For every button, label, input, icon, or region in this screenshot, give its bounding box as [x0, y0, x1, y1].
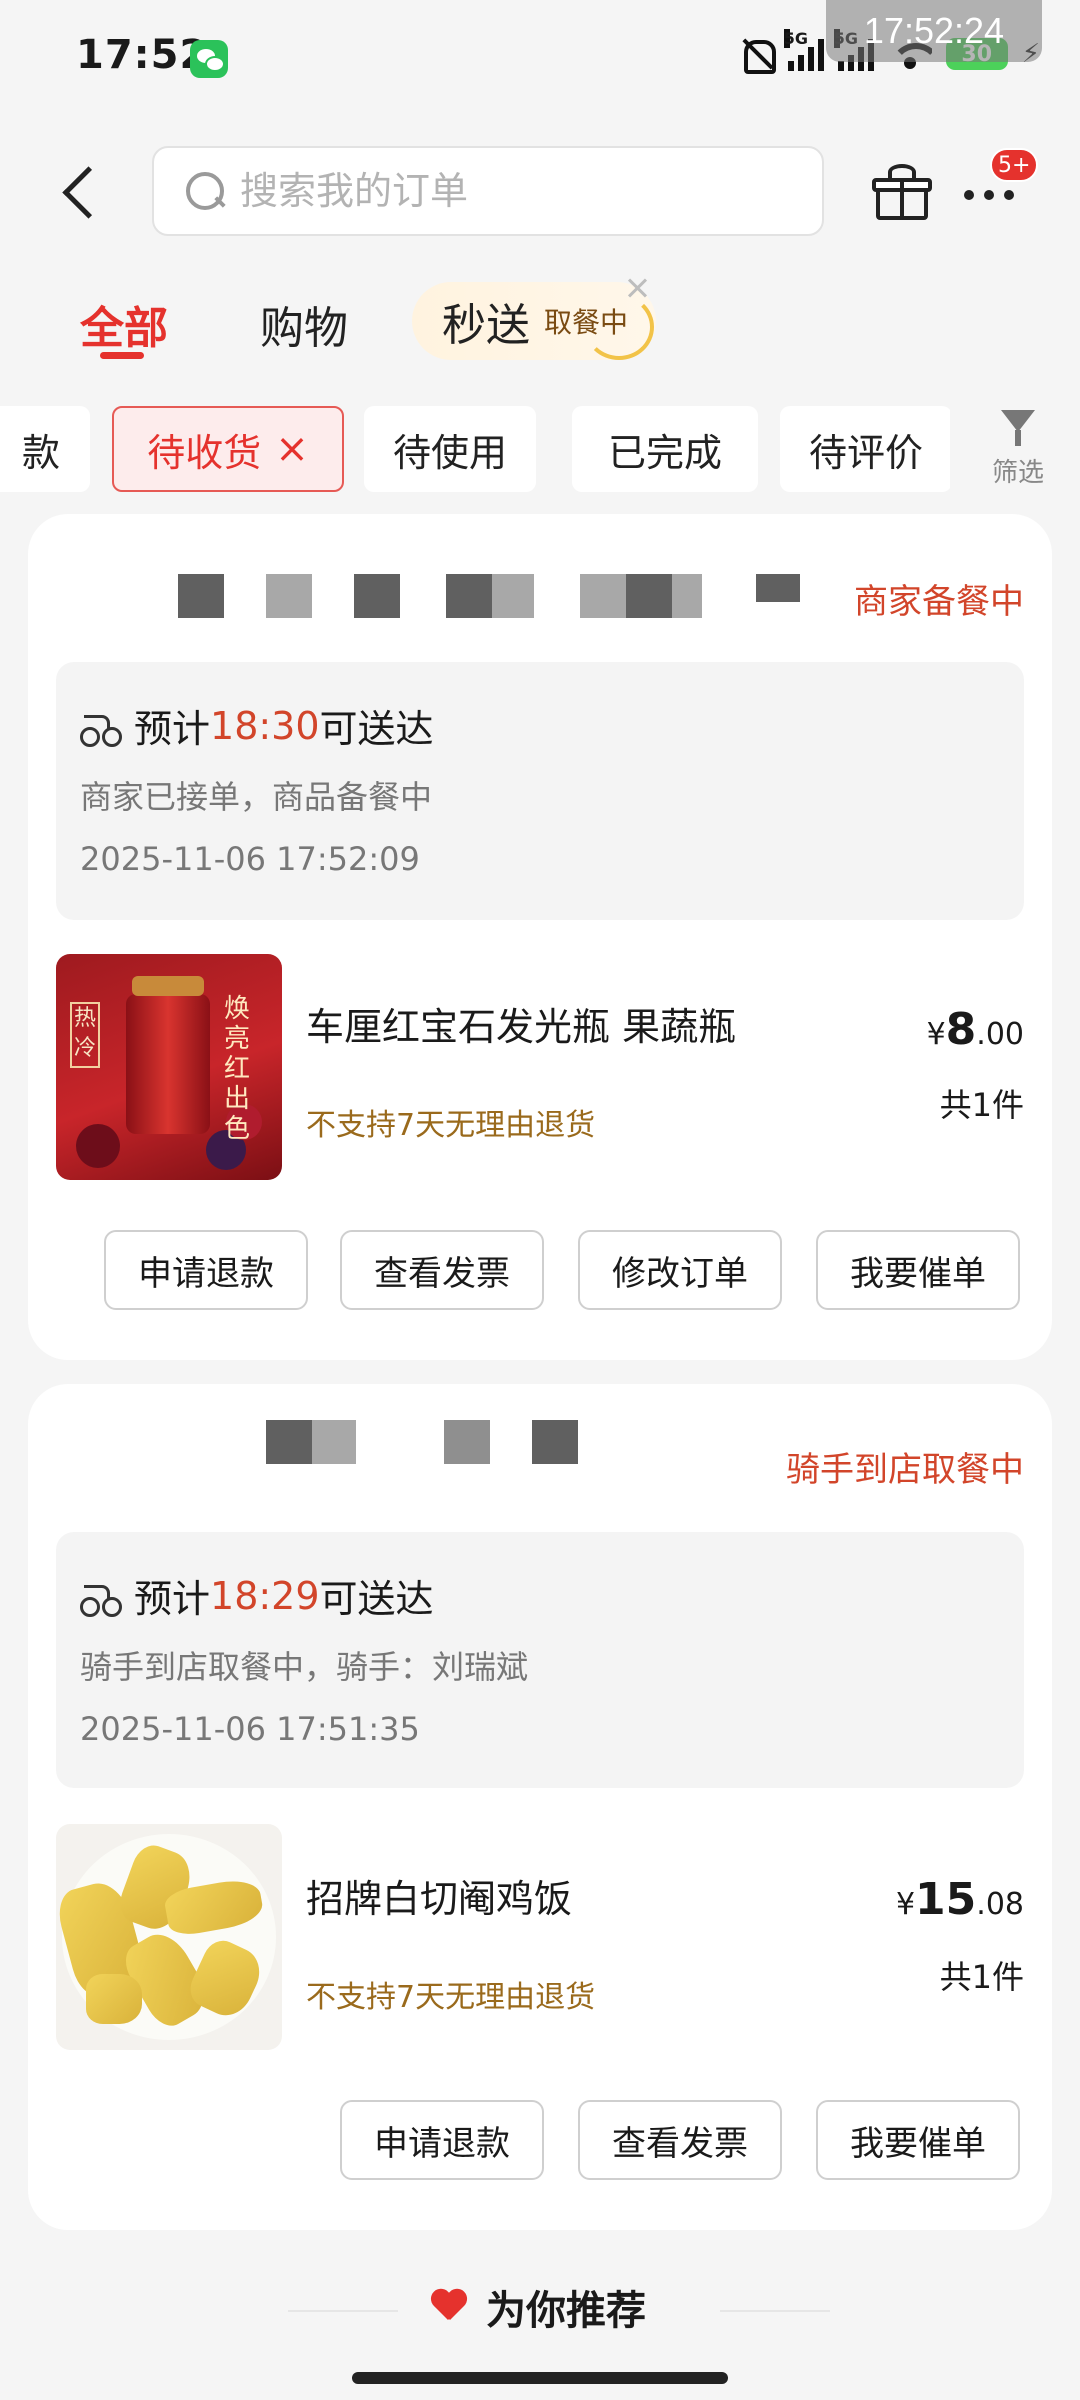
- delivery-info-panel[interactable]: 预计 18:29 可送达 骑手到店取餐中，骑手：刘瑞斌 2025-11-06 17:…: [56, 1532, 1024, 1788]
- filter-icon: [1001, 410, 1035, 446]
- chip-close-icon[interactable]: ×: [275, 426, 309, 472]
- order-tabs: 全部 购物 秒送 取餐中: [0, 270, 1080, 370]
- price-integer: 8: [945, 1004, 977, 1055]
- back-icon[interactable]: [58, 164, 98, 224]
- divider: [720, 2310, 830, 2312]
- order-status: 商家备餐中: [854, 582, 1024, 622]
- order-timestamp: 2025-11-06 17:51:35: [80, 1710, 420, 1748]
- filter-label: 筛选: [991, 458, 1044, 488]
- view-invoice-button[interactable]: 查看发票: [340, 1230, 544, 1310]
- eta-prefix: 预计: [134, 1577, 211, 1621]
- return-policy-note: 不支持7天无理由退货: [306, 1108, 596, 1143]
- delivery-info-panel[interactable]: 预计 18:30 可送达 商家已接单，商品备餐中 2025-11-06 17:52:…: [56, 662, 1024, 920]
- home-indicator[interactable]: [352, 2372, 728, 2384]
- search-box[interactable]: [152, 146, 824, 236]
- product-quantity: 共1件: [939, 1958, 1024, 1996]
- return-policy-note: 不支持7天无理由退货: [306, 1980, 596, 2015]
- product-quantity: 共1件: [939, 1086, 1024, 1124]
- message-badge: 5+: [990, 148, 1039, 182]
- close-icon[interactable]: [626, 276, 650, 300]
- order-detail: 商家已接单，商品备餐中: [80, 778, 433, 816]
- urge-order-button[interactable]: 我要催单: [816, 2100, 1020, 2180]
- eta-prefix: 预计: [134, 707, 211, 751]
- more-icon[interactable]: [964, 180, 1024, 210]
- apply-refund-button[interactable]: 申请退款: [104, 1230, 308, 1310]
- status-time: 17:52: [76, 32, 209, 78]
- product-name[interactable]: 招牌白切阉鸡饭: [306, 1868, 572, 1923]
- product-image[interactable]: 热冷 焕亮红出色: [56, 954, 282, 1180]
- tab-instant-delivery[interactable]: 秒送 取餐中: [412, 282, 656, 360]
- network-type-label: 5G: [783, 29, 808, 48]
- recommend-header: 为你推荐: [0, 2258, 1080, 2358]
- product-image[interactable]: [56, 1824, 282, 2050]
- tab-all[interactable]: 全部: [80, 292, 168, 356]
- filter-chip-to-review[interactable]: 待评价: [780, 406, 950, 492]
- tab-shopping[interactable]: 购物: [260, 292, 348, 356]
- price-integer: 15: [915, 1874, 977, 1925]
- filter-chip[interactable]: 款: [0, 406, 90, 492]
- tab-active-indicator: [100, 352, 144, 359]
- eta-line: 预计 18:29 可送达: [80, 1568, 434, 1623]
- filter-chip-to-use[interactable]: 待使用: [364, 406, 536, 492]
- scooter-icon: [80, 1581, 122, 1617]
- product-image-text: 焕亮红出色: [224, 994, 251, 1144]
- filter-chip-label: 待使用: [392, 430, 507, 475]
- eta-time: 18:29: [210, 1573, 320, 1618]
- recommend-title-text: 为你推荐: [486, 2288, 646, 2334]
- eta-suffix: 可送达: [319, 707, 434, 751]
- order-timestamp: 2025-11-06 17:52:09: [80, 840, 420, 878]
- signal-icon: 5G: [783, 29, 824, 71]
- apply-refund-button[interactable]: 申请退款: [340, 2100, 544, 2180]
- price-symbol: ¥: [895, 1887, 916, 1922]
- filter-chip-completed[interactable]: 已完成: [572, 406, 758, 492]
- divider: [288, 2310, 398, 2312]
- eta-line: 预计 18:30 可送达: [80, 698, 434, 753]
- top-bar: 5+: [0, 140, 1080, 240]
- order-detail: 骑手到店取餐中，骑手：刘瑞斌: [80, 1648, 529, 1686]
- filter-chip-label: 已完成: [607, 430, 722, 475]
- price-decimal: .00: [976, 1017, 1024, 1052]
- eta-time: 18:30: [210, 703, 320, 748]
- search-icon: [184, 170, 226, 212]
- eta-suffix: 可送达: [319, 1577, 434, 1621]
- filter-chip-label: 待收货: [147, 430, 262, 475]
- order-card[interactable]: 骑手到店取餐中 预计 18:29 可送达 骑手到店取餐中，骑手：刘瑞斌 2025-1…: [28, 1384, 1052, 2230]
- heart-icon: [430, 2290, 468, 2324]
- mute-bell-icon: [738, 36, 776, 74]
- overlay-clock: 17:52:24: [826, 0, 1042, 62]
- order-card[interactable]: 商家备餐中 预计 18:30 可送达 商家已接单，商品备餐中 2025-11-06 …: [28, 514, 1052, 1360]
- view-invoice-button[interactable]: 查看发票: [578, 2100, 782, 2180]
- order-status: 骑手到店取餐中: [786, 1450, 1024, 1490]
- tab-instant-label: 秒送: [442, 300, 530, 351]
- modify-order-button[interactable]: 修改订单: [578, 1230, 782, 1310]
- filter-chip-row[interactable]: 款 待收货 × 待使用 已完成 待评价: [0, 404, 950, 496]
- urge-order-button[interactable]: 我要催单: [816, 1230, 1020, 1310]
- filter-chip-label: 款: [21, 430, 60, 475]
- product-price: ¥15.08: [896, 1874, 1024, 1925]
- price-symbol: ¥: [926, 1017, 946, 1052]
- wechat-icon: [190, 40, 228, 78]
- product-price: ¥8.00: [927, 1004, 1024, 1055]
- search-input[interactable]: [240, 169, 740, 213]
- price-decimal: .08: [976, 1887, 1024, 1922]
- filter-button[interactable]: 筛选: [984, 406, 1052, 496]
- product-name[interactable]: 车厘红宝石发光瓶 果蔬瓶: [306, 996, 736, 1051]
- filter-chip-pending-receipt[interactable]: 待收货 ×: [112, 406, 344, 492]
- progress-ring-icon: [584, 294, 654, 360]
- scooter-icon: [80, 711, 122, 747]
- status-bar: 17:52 5G 5G 30 ⚡ 17:52:24: [0, 0, 1080, 118]
- recommend-title: 为你推荐: [430, 2278, 646, 2336]
- gift-icon[interactable]: [872, 164, 932, 224]
- product-image-tag: 热冷: [70, 1002, 100, 1068]
- filter-chip-label: 待评价: [808, 430, 923, 475]
